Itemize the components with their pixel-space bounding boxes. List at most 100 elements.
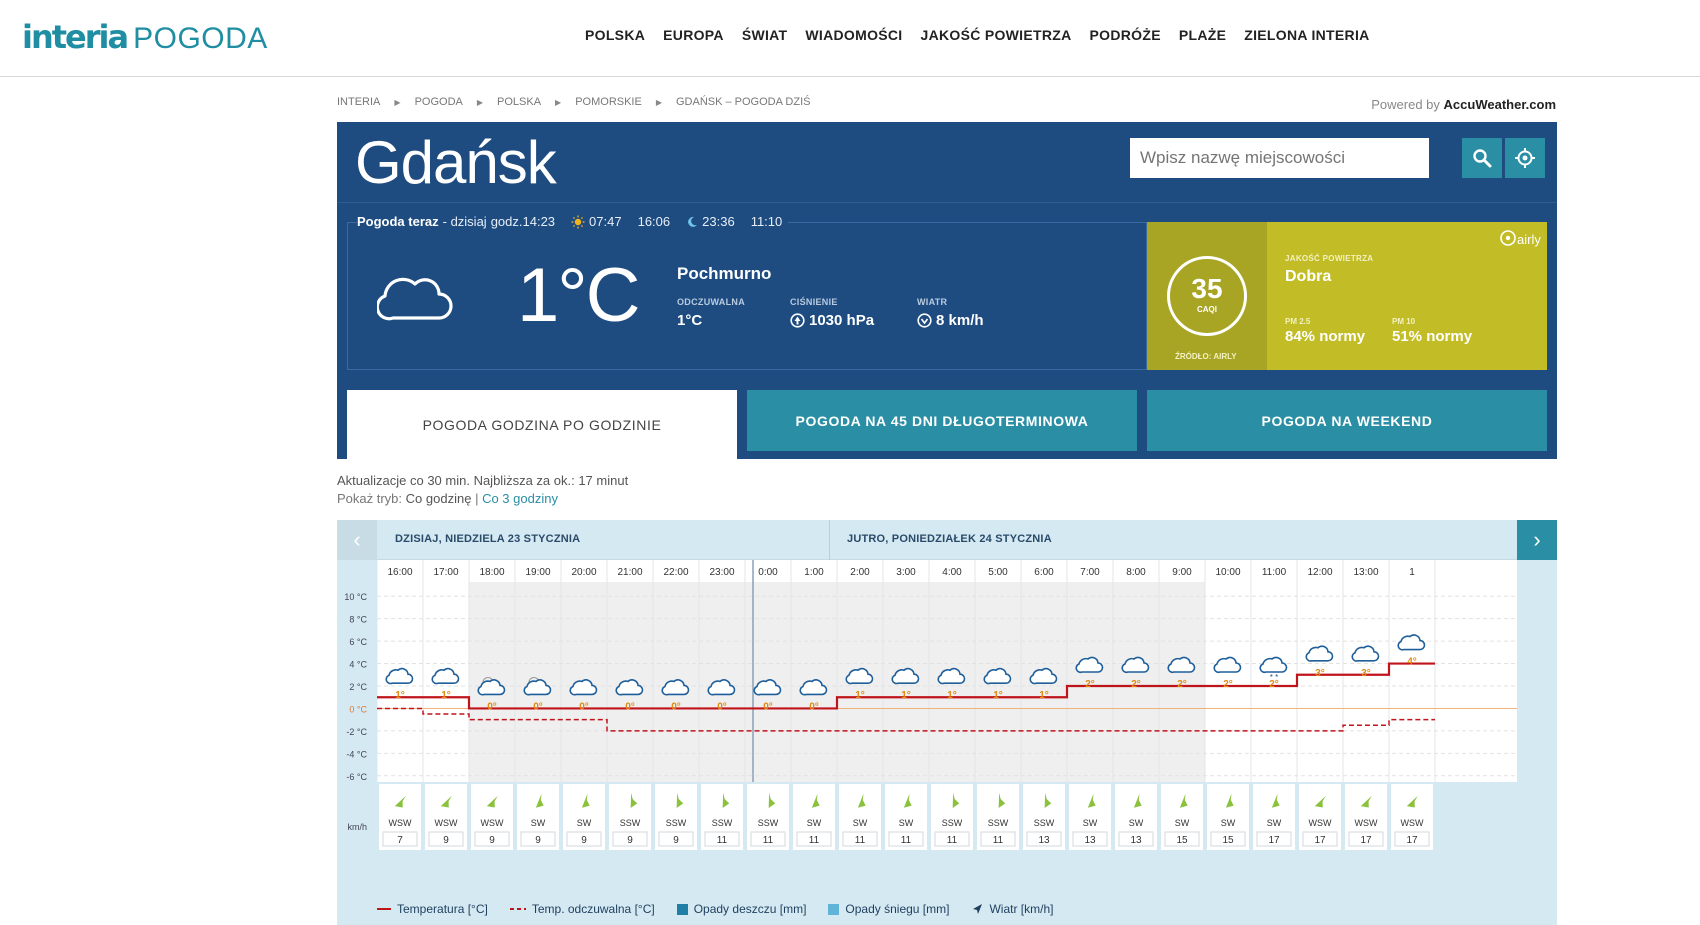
y-tick-label: 6 °C xyxy=(349,637,367,647)
wind-speed-label: 11 xyxy=(809,835,820,846)
hour-label: 18:00 xyxy=(479,567,504,578)
nav-polska[interactable]: POLSKA xyxy=(585,27,645,43)
legend-wind-label: Wiatr [km/h] xyxy=(989,902,1054,916)
wind-direction-label: SW xyxy=(1267,818,1282,828)
breadcrumb-pomorskie[interactable]: POMORSKIE xyxy=(575,96,642,108)
legend-temp-label: Temperatura [°C] xyxy=(397,902,488,916)
breadcrumb-pogoda[interactable]: POGODA xyxy=(415,96,463,108)
wind-speed-label: 13 xyxy=(1130,835,1142,846)
mode-separator: | xyxy=(475,491,479,506)
hour-label: 1 xyxy=(1409,567,1415,578)
pm10-stat: PM 10 51% normy xyxy=(1392,317,1472,345)
nav-swiat[interactable]: ŚWIAT xyxy=(742,27,788,43)
cloud-icon xyxy=(1305,645,1334,662)
tab-weekend[interactable]: POGODA NA WEEKEND xyxy=(1147,390,1547,451)
breadcrumb-separator-icon: ▶ xyxy=(555,97,562,107)
powered-by[interactable]: Powered by AccuWeather.com xyxy=(1371,97,1556,112)
locate-icon xyxy=(1515,148,1535,168)
pm10-label: PM 10 xyxy=(1392,317,1416,326)
breadcrumb-separator-icon: ▶ xyxy=(655,97,662,107)
temp-value-label: 0° xyxy=(671,701,681,712)
pm25-label: PM 2.5 xyxy=(1285,317,1311,326)
legend-wind: Wiatr [km/h] xyxy=(971,902,1053,916)
breadcrumb-separator-icon: ▶ xyxy=(476,97,484,107)
nav-jakosc-powietrza[interactable]: JAKOŚĆ POWIETRZA xyxy=(921,27,1072,43)
y-tick-label: -4 °C xyxy=(346,749,367,759)
pm10-value: 51% normy xyxy=(1392,328,1473,345)
breadcrumb-interia[interactable]: INTERIA xyxy=(337,96,380,108)
temp-value-label: 2° xyxy=(1177,679,1187,690)
aq-index-unit: CAQI xyxy=(1197,305,1217,314)
sunset-time: 16:06 xyxy=(637,214,671,229)
legend-snow: Opady śniegu [mm] xyxy=(828,902,949,916)
prev-button[interactable]: ‹ xyxy=(337,520,377,560)
mode-hourly[interactable]: Co godzinę xyxy=(406,491,472,506)
wind-speed-label: 15 xyxy=(1176,835,1188,846)
wind-speed-label: 17 xyxy=(1314,835,1326,846)
nav-wiadomosci[interactable]: WIADOMOŚCI xyxy=(805,27,902,43)
breadcrumb-polska[interactable]: POLSKA xyxy=(497,96,541,108)
tab-45-days[interactable]: POGODA NA 45 DNI DŁUGOTERMINOWA xyxy=(747,390,1137,451)
wind-speed-label: 11 xyxy=(717,835,728,846)
wind-direction-label: SW xyxy=(807,818,822,828)
temp-value-label: 1° xyxy=(901,690,911,701)
feels-line-icon xyxy=(509,908,526,910)
hour-label: 8:00 xyxy=(1126,567,1146,578)
mode-3-hours-link[interactable]: Co 3 godziny xyxy=(482,491,558,506)
now-day: - dzisiaj xyxy=(442,214,487,229)
cloud-shape xyxy=(431,667,460,685)
nav-plaze[interactable]: PLAŻE xyxy=(1179,27,1226,43)
temp-value-label: 2° xyxy=(1269,679,1279,690)
search-icon xyxy=(1473,149,1492,168)
city-search-input[interactable] xyxy=(1130,138,1429,178)
site-logo[interactable]: interia POGODA xyxy=(22,18,268,56)
airly-brand-text: airly xyxy=(1517,232,1541,247)
wind-direction-label: SSW xyxy=(666,818,687,828)
now-time: godz.14:23 xyxy=(490,214,556,229)
current-weather-header: Pogoda teraz - dzisiaj godz.14:23 07:47 … xyxy=(357,214,789,229)
wind-unit-label: km/h xyxy=(347,822,367,832)
tab-hourly[interactable]: POGODA GODZINA PO GODZINIE xyxy=(347,390,737,459)
weather-panel: Gdańsk Pogoda teraz - dzisiaj godz.14:23 xyxy=(337,122,1557,459)
logo-brand: interia xyxy=(22,18,129,56)
air-quality-box[interactable]: 35 CAQI ŹRÓDŁO: AIRLY JAKOŚĆ POWIETRZA D… xyxy=(1147,222,1547,370)
next-button[interactable]: › xyxy=(1517,520,1557,560)
chevron-left-icon: ‹ xyxy=(353,527,361,552)
wind-direction-label: WSW xyxy=(481,818,504,828)
wind-direction-label: SSW xyxy=(988,818,1009,828)
hour-label: 6:00 xyxy=(1034,567,1054,578)
nav-podroze[interactable]: PODRÓŻE xyxy=(1090,27,1161,43)
feels-like-value: 1°C xyxy=(677,312,703,329)
nav-zielona-interia[interactable]: ZIELONA INTERIA xyxy=(1244,27,1369,43)
wind-direction-label: SW xyxy=(1221,818,1236,828)
cloud-shape xyxy=(1397,634,1426,651)
aq-label: JAKOŚĆ POWIETRZA xyxy=(1285,254,1374,263)
temp-value-label: 3° xyxy=(1361,668,1371,679)
search-button[interactable] xyxy=(1462,138,1502,178)
airly-icon: airly xyxy=(1500,230,1541,247)
wind-direction-label: SW xyxy=(1129,818,1144,828)
cloud-shape xyxy=(1305,645,1334,662)
temp-value-label: 1° xyxy=(395,690,405,701)
current-temperature: 1°C xyxy=(517,253,641,338)
hour-label: 19:00 xyxy=(525,567,550,578)
temp-value-label: 0° xyxy=(763,701,773,712)
feels-like-label: ODCZUWALNA xyxy=(677,297,745,307)
hour-label: 10:00 xyxy=(1215,567,1240,578)
wind-value: 8 km/h xyxy=(936,312,984,329)
main-nav: POLSKA EUROPA ŚWIAT WIADOMOŚCI JAKOŚĆ PO… xyxy=(585,27,1370,43)
geolocate-button[interactable] xyxy=(1505,138,1545,178)
nav-europa[interactable]: EUROPA xyxy=(663,27,724,43)
hourly-forecast: ‹ DZISIAJ, NIEDZIELA 23 STYCZNIA JUTRO, … xyxy=(337,520,1557,925)
pressure-icon xyxy=(790,313,805,328)
wind-speed-label: 17 xyxy=(1360,835,1372,846)
cloud-shape xyxy=(1351,645,1380,662)
temp-value-label: 0° xyxy=(809,701,819,712)
aq-index-ring: 35 CAQI xyxy=(1167,256,1247,336)
cloud-icon xyxy=(385,667,414,685)
wind-direction-label: SSW xyxy=(712,818,733,828)
temp-value-label: 1° xyxy=(993,690,1003,701)
hour-label: 16:00 xyxy=(387,567,412,578)
cloud-shape xyxy=(1259,656,1288,674)
hour-label: 13:00 xyxy=(1353,567,1378,578)
